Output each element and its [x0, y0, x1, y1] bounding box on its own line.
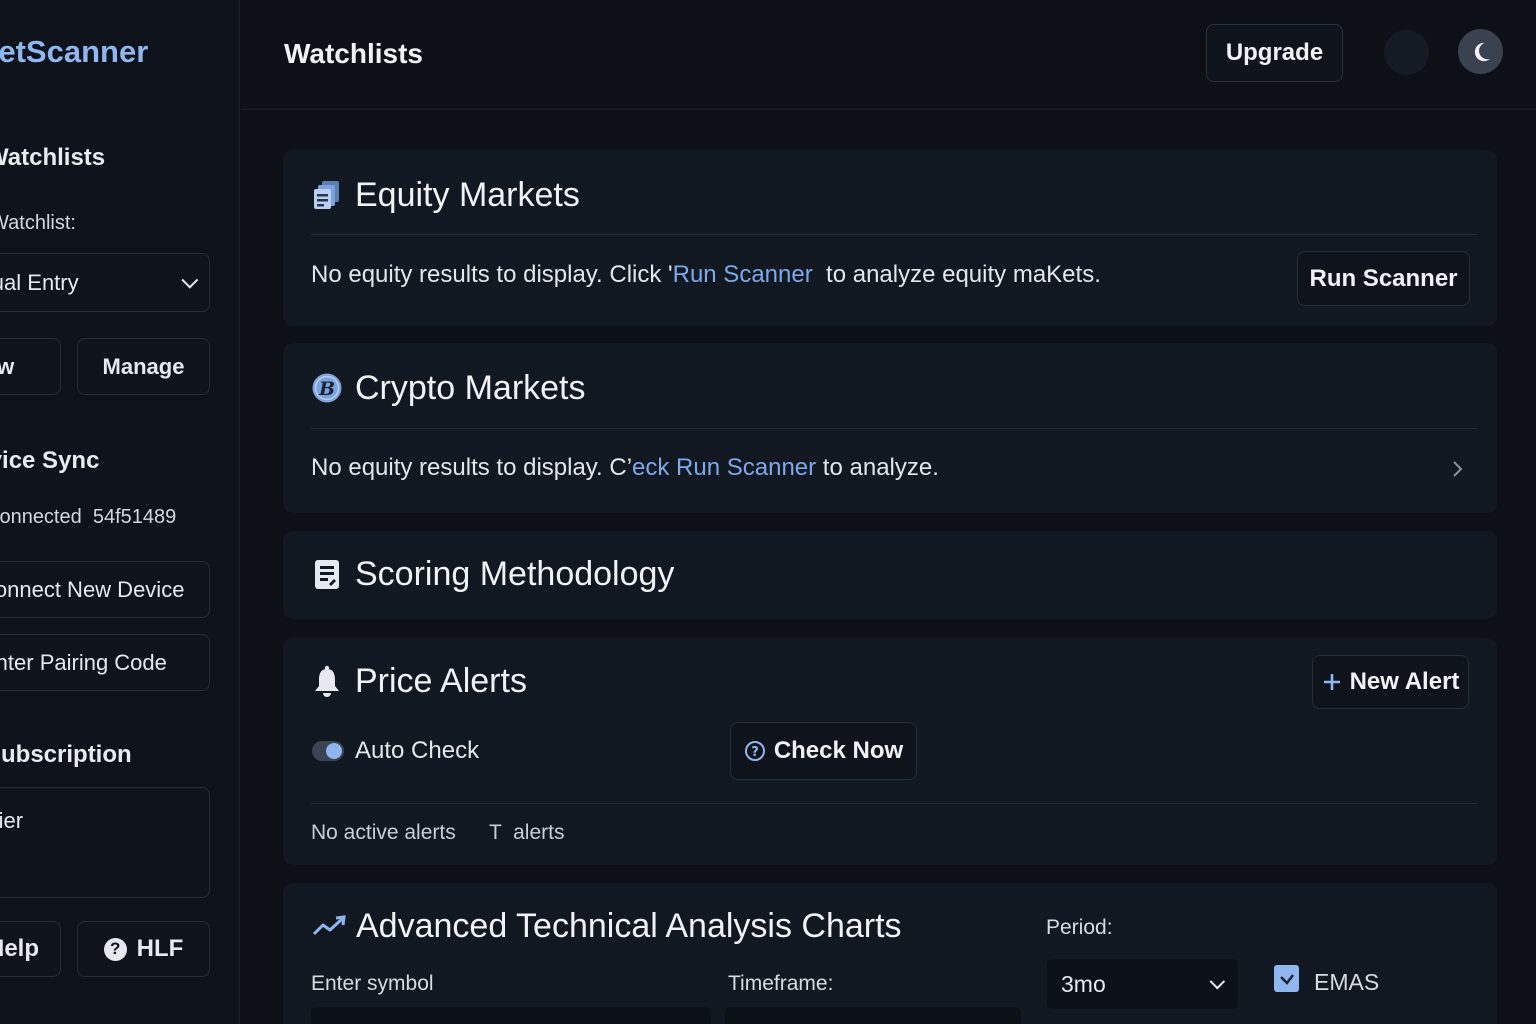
watchlist-select[interactable]: Manual Entry	[0, 253, 210, 312]
crypto-run-scanner-link[interactable]: eck Run Scanner	[632, 454, 816, 481]
toggle-knob	[326, 743, 342, 759]
connect-device-button[interactable]: Connect New Device	[0, 561, 210, 618]
emas-label: EMAS	[1314, 969, 1380, 995]
subscription-heading: Subscription	[0, 741, 132, 768]
svg-text:?: ?	[751, 745, 759, 760]
check-now-label: Check Now	[773, 737, 904, 764]
app-root: MarketScanner Watchlists Watchlist: Manu…	[0, 0, 1536, 1024]
trend-line-icon	[312, 911, 346, 941]
alerts-title: Price Alerts	[355, 662, 527, 700]
equity-text-before: No equity results to display. Click '	[311, 261, 673, 288]
period-value: 3mo	[1061, 970, 1106, 997]
run-scanner-button[interactable]: Run Scanner	[1297, 251, 1470, 306]
scoring-title: Scoring Methodology	[355, 555, 675, 593]
chevron-right-icon[interactable]	[1450, 458, 1464, 480]
subscription-tier-card: Free Tier	[0, 787, 210, 898]
new-alert-button[interactable]: New Alert	[1312, 655, 1469, 709]
help-label: Help	[0, 935, 40, 962]
period-select[interactable]: 3mo	[1047, 959, 1238, 1009]
device-id: 54f51489	[92, 506, 177, 528]
device-sync-heading: Device Sync	[0, 447, 100, 474]
crypto-text-after: to analyze.	[816, 454, 939, 481]
equity-markets-card: Equity Markets No equity results to disp…	[283, 150, 1497, 326]
document-stack-icon	[312, 180, 342, 210]
charts-title: Advanced Technical Analysis Charts	[356, 907, 902, 945]
avatar[interactable]	[1384, 30, 1429, 75]
alerts-divider	[311, 803, 1477, 804]
moon-icon	[1474, 42, 1490, 61]
crypto-text-before: No equity results to display. C’	[311, 454, 633, 481]
chevron-down-icon	[181, 271, 199, 289]
bitcoin-icon: B	[312, 373, 342, 403]
equity-empty-message: No equity results to display. Click 'Run…	[311, 261, 1101, 289]
page-title: Watchlists	[284, 38, 423, 69]
upgrade-button[interactable]: Upgrade	[1206, 24, 1343, 82]
timeframe-label: Timeframe:	[728, 972, 834, 995]
new-watchlist-button[interactable]: New	[0, 338, 61, 395]
equity-divider	[311, 234, 1477, 235]
equity-run-scanner-link[interactable]: Run Scanner	[673, 261, 813, 288]
help-circle-icon: ?	[744, 741, 765, 761]
bell-icon	[312, 665, 342, 697]
watchlist-label: Watchlist:	[0, 212, 76, 234]
symbol-input[interactable]	[311, 1007, 711, 1024]
checkmark-icon	[1279, 973, 1294, 985]
auto-check-toggle[interactable]	[312, 741, 344, 761]
crypto-empty-message: No equity results to display. C’eck Run …	[311, 454, 939, 482]
hlf-button[interactable]: ? HLF	[77, 921, 210, 977]
crypto-divider	[311, 428, 1477, 429]
crypto-markets-card: B Crypto Markets No equity results to di…	[283, 343, 1497, 513]
crypto-title: Crypto Markets	[355, 369, 586, 407]
no-active-alerts: No active alerts	[311, 821, 456, 844]
hlf-label: HLF	[136, 935, 184, 962]
emas-checkbox[interactable]	[1274, 965, 1299, 992]
question-icon: ?	[103, 937, 127, 961]
price-alerts-card: Price Alerts New Alert Auto Check ? Chec…	[283, 638, 1497, 865]
watchlists-heading: Watchlists	[0, 144, 106, 171]
plus-icon	[1323, 674, 1340, 690]
new-watchlist-label: New	[0, 354, 14, 380]
watchlist-select-value: Manual Entry	[0, 269, 79, 295]
check-now-button[interactable]: ? Check Now	[730, 722, 917, 780]
svg-text:B: B	[318, 378, 335, 400]
connected-status: Connected	[0, 506, 82, 528]
clipboard-icon	[312, 559, 342, 589]
auto-check-label: Auto Check	[355, 737, 480, 764]
timeframe-select[interactable]	[725, 1007, 1021, 1024]
pairing-code-label: Enter Pairing Code	[0, 649, 167, 675]
tier-label: Free Tier	[0, 808, 24, 833]
total-alerts: T alerts	[489, 821, 565, 844]
equity-text-after: to analyze equity maKets.	[812, 261, 1101, 288]
technical-charts-card: Advanced Technical Analysis Charts Perio…	[283, 883, 1497, 1024]
symbol-label: Enter symbol	[311, 972, 434, 995]
scoring-methodology-card[interactable]: Scoring Methodology	[283, 531, 1497, 619]
chevron-down-icon	[1209, 973, 1226, 989]
sidebar: MarketScanner Watchlists Watchlist: Manu…	[0, 0, 240, 1024]
period-label: Period:	[1046, 916, 1113, 939]
help-button[interactable]: Help	[0, 921, 61, 977]
equity-title: Equity Markets	[355, 176, 580, 214]
brand-logo[interactable]: MarketScanner	[0, 34, 148, 70]
top-bar: Watchlists Upgrade	[241, 0, 1536, 110]
pairing-code-button[interactable]: Enter Pairing Code	[0, 634, 210, 691]
device-sync-status: Connected 54f51489	[0, 506, 176, 529]
manage-watchlist-button[interactable]: Manage	[77, 338, 210, 395]
new-alert-label: New Alert	[1349, 668, 1460, 695]
theme-toggle-button[interactable]	[1458, 29, 1503, 74]
connect-device-label: Connect New Device	[0, 576, 185, 602]
